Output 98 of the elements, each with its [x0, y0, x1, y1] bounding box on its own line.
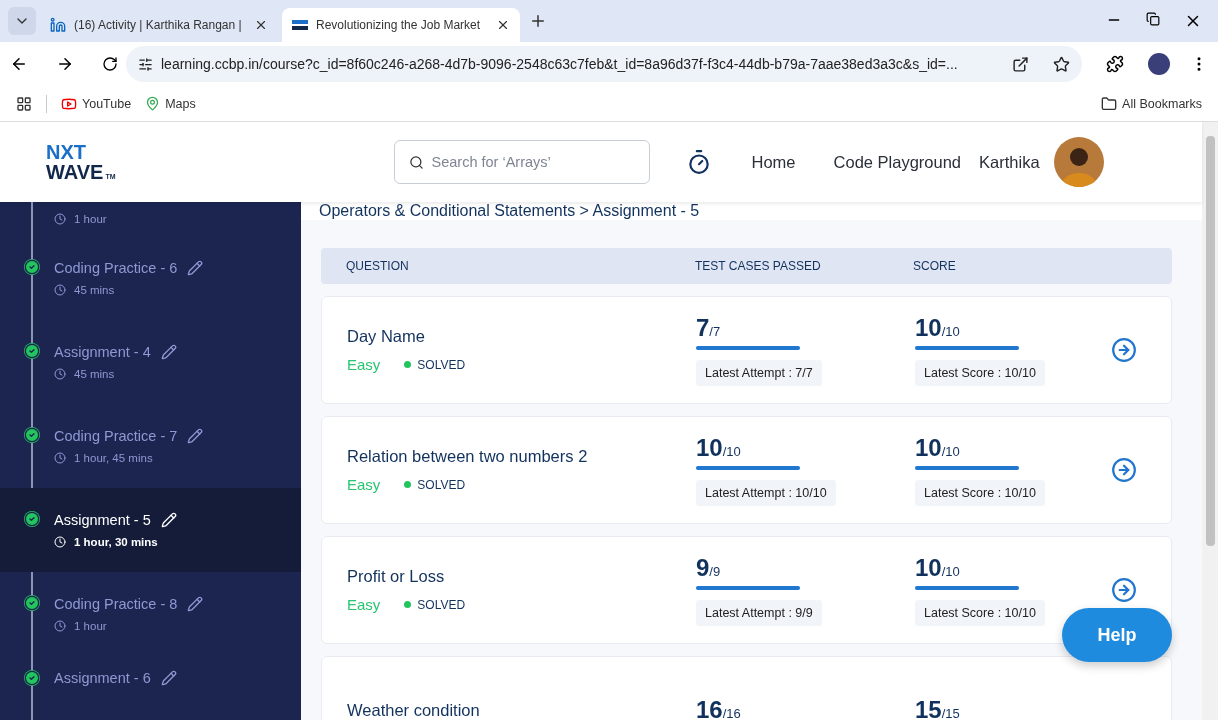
forward-icon[interactable]: [56, 55, 74, 73]
score: 10/10: [915, 434, 960, 462]
lesson-title: Assignment - 6: [54, 670, 151, 686]
lesson-title: Assignment - 4: [54, 344, 151, 360]
question-row[interactable]: Relation between two numbers 2 Easy SOLVED 10/10 Latest Attempt : 10/10 10/10 Latest Score : 10/10: [321, 416, 1172, 524]
avatar[interactable]: [1053, 137, 1104, 187]
clock-icon: [54, 452, 66, 464]
lesson-duration: 1 hour, 30 mins: [74, 536, 158, 548]
arrow-right-icon[interactable]: [1111, 337, 1137, 363]
status-label: SOLVED: [404, 477, 466, 492]
close-icon[interactable]: [496, 18, 510, 32]
all-bookmarks-link[interactable]: All Bookmarks: [1122, 96, 1202, 111]
arrow-right-icon[interactable]: [1111, 577, 1137, 603]
lesson-item[interactable]: 1 hour: [0, 202, 301, 236]
clock-icon: [54, 536, 66, 548]
site-icon: [292, 20, 308, 30]
latest-attempt: Latest Attempt : 9/9: [696, 600, 822, 626]
pencil-icon: [187, 428, 204, 444]
open-external-icon[interactable]: [1012, 55, 1029, 73]
tab-list-button[interactable]: [8, 7, 36, 35]
difficulty-label: Easy: [347, 596, 381, 613]
score: 10/10: [915, 554, 960, 582]
difficulty-label: Easy: [347, 476, 381, 493]
clock-icon: [54, 284, 66, 296]
user-name: Karthika: [979, 152, 1040, 172]
lesson-duration: 1 hour: [74, 213, 107, 225]
bookmark-star-icon[interactable]: [1053, 55, 1070, 73]
map-pin-icon: [145, 96, 161, 111]
lesson-duration: 45 mins: [74, 368, 115, 380]
browser-tab[interactable]: (16) Activity | Karthika Rangan |: [40, 8, 278, 42]
lesson-item[interactable]: Coding Practice - 7 1 hour, 45 mins: [0, 404, 301, 488]
tests-passed: 10/10: [696, 434, 741, 462]
back-icon[interactable]: [10, 55, 28, 73]
lesson-duration: 45 mins: [74, 284, 115, 296]
latest-score: Latest Score : 10/10: [915, 360, 1045, 386]
lesson-title: Assignment - 5: [54, 512, 151, 528]
column-header: TEST CASES PASSED: [695, 259, 822, 273]
lesson-duration: 1 hour, 45 mins: [74, 452, 153, 464]
extensions-icon[interactable]: [1106, 55, 1124, 73]
lesson-item[interactable]: Assignment - 5 1 hour, 30 mins: [0, 488, 301, 572]
nav-link[interactable]: Home: [751, 152, 796, 172]
latest-attempt: Latest Attempt : 7/7: [696, 360, 822, 386]
question-title: Profit or Loss: [347, 567, 446, 586]
latest-score: Latest Score : 10/10: [915, 600, 1045, 626]
pencil-icon: [187, 260, 204, 276]
lesson-item[interactable]: Coding Practice - 8 1 hour: [0, 572, 301, 656]
address-bar[interactable]: learning.ccbp.in/course?c_id=8f60c246-a268-4d7b-9096-2548c63c7feb&t_id=8a96d37f-f3c4-44db-b79a-7aae38ed3a3c&s_id=...: [126, 46, 1082, 82]
bookmark-link[interactable]: YouTube: [82, 96, 132, 111]
restore-icon[interactable]: [1146, 12, 1160, 26]
arrow-right-icon[interactable]: [1111, 457, 1137, 483]
status-label: SOLVED: [404, 357, 466, 372]
new-tab-icon[interactable]: [529, 12, 547, 30]
search-icon: [408, 154, 424, 170]
column-header: QUESTION: [346, 259, 410, 273]
lesson-item[interactable]: Assignment - 4 45 mins: [0, 320, 301, 404]
clock-icon: [54, 213, 66, 225]
url-text: learning.ccbp.in/course?c_id=8f60c246-a268-4d7b-9096-2548c63c7feb&t_id=8a96d37f-f3c4-44db-b79a-7aae38ed3a3c&s_id=...: [161, 56, 959, 72]
latest-attempt: Latest Attempt : 10/10: [696, 480, 836, 506]
clock-icon: [54, 620, 66, 632]
pencil-icon: [187, 596, 204, 612]
question-title: Relation between two numbers 2: [347, 447, 589, 466]
lesson-title: Coding Practice - 8: [54, 596, 178, 612]
question-title: Day Name: [347, 327, 426, 346]
pencil-icon: [160, 670, 177, 686]
question-row[interactable]: Weather condition 16/16 15/15: [321, 656, 1172, 720]
reload-icon[interactable]: [102, 56, 118, 72]
pencil-icon: [160, 344, 177, 360]
lesson-title: Coding Practice - 7: [54, 428, 178, 444]
lesson-item[interactable]: Coding Practice - 6 45 mins: [0, 236, 301, 320]
help-button[interactable]: Help: [1062, 608, 1172, 662]
site-settings-icon: [138, 56, 153, 72]
profile-avatar[interactable]: [1148, 53, 1170, 75]
apps-icon[interactable]: [16, 95, 32, 112]
latest-score: Latest Score : 10/10: [915, 480, 1045, 506]
bookmark-link[interactable]: Maps: [165, 96, 196, 111]
browser-tab[interactable]: Revolutionizing the Job Market: [282, 8, 520, 42]
nav-link[interactable]: Code Playground: [833, 152, 962, 172]
lesson-item[interactable]: Assignment - 6: [0, 656, 301, 700]
lesson-duration: 1 hour: [74, 620, 107, 632]
column-header: SCORE: [913, 259, 957, 273]
close-icon[interactable]: [254, 18, 268, 32]
question-title: Weather condition: [347, 700, 481, 720]
lesson-title: Coding Practice - 6: [54, 260, 178, 276]
tests-passed: 7/7: [696, 314, 721, 342]
clock-icon: [54, 368, 66, 380]
score: 10/10: [915, 314, 960, 342]
status-label: SOLVED: [404, 597, 466, 612]
pencil-icon: [160, 512, 177, 528]
difficulty-label: Easy: [347, 356, 381, 373]
folder-icon: [1101, 95, 1118, 112]
score: 15/15: [915, 696, 960, 720]
search-field[interactable]: Search for ‘Arrays’: [393, 140, 650, 184]
tests-passed: 16/16: [696, 696, 741, 720]
breadcrumb: Operators & Conditional Statements > Assignment - 5: [301, 202, 1202, 220]
scrollbar[interactable]: [1202, 122, 1218, 720]
tests-passed: 9/9: [696, 554, 721, 582]
question-row[interactable]: Day Name Easy SOLVED 7/7 Latest Attempt : 7/7 10/10 Latest Score : 10/10: [321, 296, 1172, 404]
linkedin-icon: [50, 17, 66, 33]
